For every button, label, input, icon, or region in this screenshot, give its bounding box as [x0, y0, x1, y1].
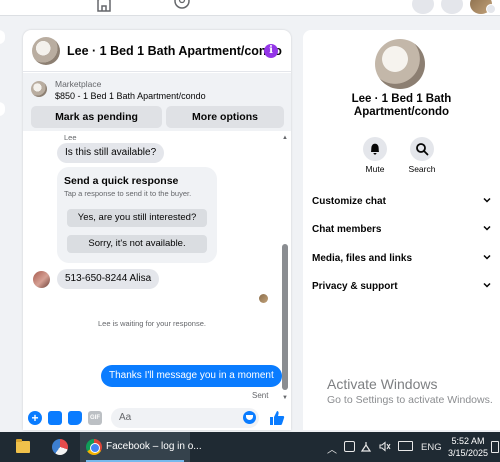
- message-composer: + GIF Aa: [23, 405, 291, 430]
- speaker-icon[interactable]: [379, 441, 391, 452]
- sender-name: Lee: [64, 133, 77, 142]
- collapsed-panel-handle[interactable]: [0, 102, 5, 116]
- keyboard-icon[interactable]: [398, 441, 413, 451]
- incoming-message: 513-650-8244 Alisa: [57, 269, 160, 289]
- scroll-up-arrow-icon[interactable]: ▲: [281, 134, 289, 142]
- network-icon[interactable]: [361, 441, 372, 452]
- taskbar-window-title: Facebook – log in o...: [106, 441, 202, 452]
- chat-window: Lee · 1 Bed 1 Bath Apartment/condo i Mar…: [23, 30, 291, 430]
- section-chat-members[interactable]: Chat members: [312, 221, 492, 239]
- mute-label: Mute: [365, 164, 385, 174]
- section-customize-chat[interactable]: Customize chat: [312, 193, 492, 211]
- section-label: Customize chat: [312, 196, 386, 207]
- bell-icon: [371, 143, 379, 155]
- message-input[interactable]: Aa: [111, 408, 259, 428]
- gif-icon[interactable]: GIF: [88, 411, 102, 425]
- outgoing-message: Thanks I'll message you in a moment: [101, 365, 282, 387]
- section-label: Media, files and links: [312, 253, 413, 264]
- windows-taskbar: Facebook – log in o... ︿ ENG 5:52 AM 3/1…: [0, 432, 500, 462]
- activate-windows-title: Activate Windows: [327, 376, 438, 392]
- plus-icon[interactable]: +: [28, 411, 42, 425]
- search-icon: [416, 143, 429, 156]
- input-language[interactable]: ENG: [421, 442, 442, 453]
- home-icon[interactable]: [95, 0, 113, 12]
- listing-thumbnail: [31, 81, 47, 97]
- left-panel-edge: [0, 30, 6, 142]
- incoming-message: Is this still available?: [57, 143, 165, 163]
- groups-icon[interactable]: [172, 0, 192, 12]
- clock[interactable]: 5:52 AM 3/15/2025: [448, 435, 488, 459]
- listing-description[interactable]: $850 - 1 Bed 1 Bath Apartment/condo: [55, 91, 206, 101]
- chat-header: Lee · 1 Bed 1 Bath Apartment/condo i: [23, 30, 291, 72]
- search-label: Search: [408, 164, 436, 174]
- emoji-icon[interactable]: [243, 411, 256, 424]
- chevron-down-icon: [483, 254, 491, 260]
- file-explorer-icon[interactable]: [16, 439, 30, 453]
- tray-app-icon[interactable]: [344, 441, 355, 452]
- quick-response-subtitle: Tap a response to send it to the buyer.: [64, 189, 192, 198]
- pinned-app-icon[interactable]: [52, 439, 68, 455]
- clock-date: 3/15/2025: [448, 448, 489, 458]
- scrollbar-thumb[interactable]: [282, 244, 288, 390]
- quick-response-title: Send a quick response: [64, 175, 179, 187]
- search-button[interactable]: [410, 137, 434, 161]
- seen-indicator-avatar: [259, 294, 268, 303]
- notifications-icon[interactable]: [491, 441, 499, 453]
- taskbar-chrome-window[interactable]: Facebook – log in o...: [80, 432, 202, 462]
- message-list: Lee Is this still available? Send a quic…: [23, 131, 291, 405]
- marketplace-label: Marketplace: [55, 79, 102, 89]
- section-label: Chat members: [312, 224, 382, 235]
- listing-name-text: Lee · 1 Bed 1 Bath Apartment/condo: [351, 93, 452, 118]
- listing-avatar[interactable]: [32, 37, 60, 65]
- activate-windows-subtitle: Go to Settings to activate Windows.: [327, 394, 493, 406]
- chrome-icon: [86, 439, 102, 455]
- section-media-files-links[interactable]: Media, files and links: [312, 250, 492, 268]
- thumbs-up-icon[interactable]: [269, 410, 285, 426]
- quick-response-option[interactable]: Yes, are you still interested?: [67, 209, 207, 227]
- collapsed-panel-handle[interactable]: [0, 30, 5, 44]
- show-hidden-icons-caret-icon[interactable]: ︿: [327, 441, 337, 456]
- scroll-down-arrow-icon[interactable]: ▼: [281, 394, 289, 402]
- marketplace-banner: Marketplace $850 - 1 Bed 1 Bath Apartmen…: [23, 73, 291, 131]
- message-status: Sent: [252, 391, 269, 400]
- menu-grid-icon[interactable]: [412, 0, 434, 14]
- photo-icon[interactable]: [48, 411, 62, 425]
- section-privacy-support[interactable]: Privacy & support: [312, 278, 492, 296]
- account-chevron-icon[interactable]: [486, 4, 496, 14]
- more-options-button[interactable]: More options: [166, 106, 284, 128]
- info-icon[interactable]: i: [264, 44, 278, 58]
- chevron-down-icon: [483, 225, 491, 231]
- chat-details-panel: Lee · 1 Bed 1 Bath Apartment/condo Mute …: [303, 30, 500, 430]
- waiting-notice: Lee is waiting for your response.: [98, 319, 206, 328]
- message-input-placeholder: Aa: [119, 412, 132, 423]
- chevron-down-icon: [483, 282, 491, 288]
- facebook-top-bar: [0, 0, 500, 16]
- listing-profile-photo[interactable]: [375, 39, 425, 89]
- sender-avatar: [33, 271, 50, 288]
- chevron-down-icon: [483, 197, 491, 203]
- quick-response-card: Send a quick response Tap a response to …: [57, 167, 217, 263]
- chat-title[interactable]: Lee · 1 Bed 1 Bath Apartment/condo: [67, 44, 282, 58]
- clock-time: 5:52 AM: [451, 436, 485, 446]
- mute-button[interactable]: [363, 137, 387, 161]
- listing-name: Lee · 1 Bed 1 Bath Apartment/condo: [303, 93, 500, 119]
- message-scrollbar[interactable]: ▲ ▼: [281, 134, 289, 404]
- section-label: Privacy & support: [312, 281, 398, 292]
- mark-as-pending-button[interactable]: Mark as pending: [31, 106, 162, 128]
- sticker-icon[interactable]: [68, 411, 82, 425]
- notifications-bell-icon[interactable]: [441, 0, 463, 14]
- quick-response-option[interactable]: Sorry, it's not available.: [67, 235, 207, 253]
